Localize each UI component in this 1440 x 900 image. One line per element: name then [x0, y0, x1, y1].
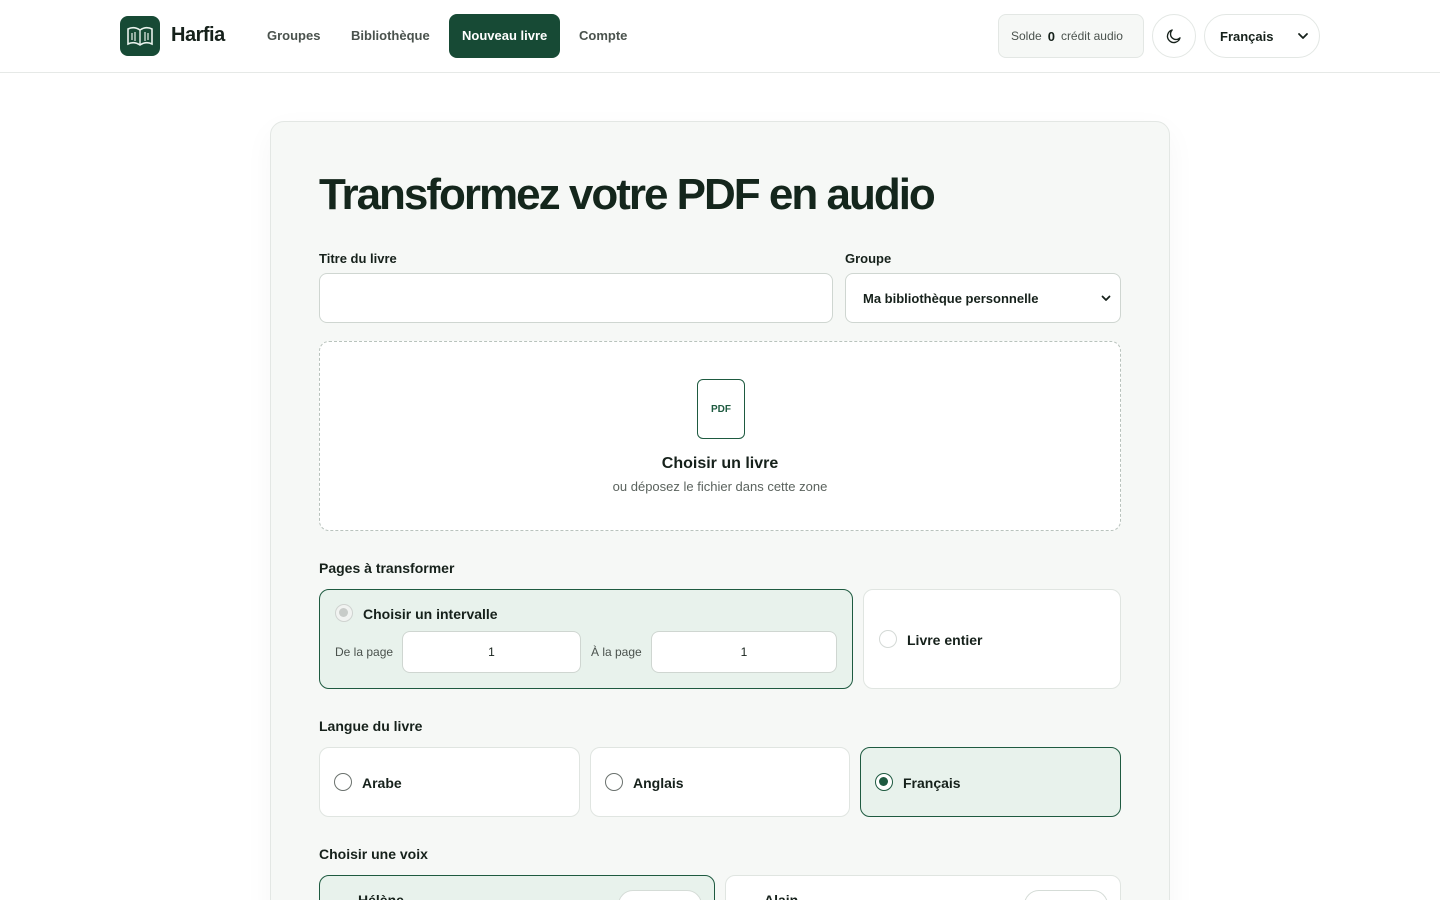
whole-book-radio[interactable]: [879, 630, 897, 648]
to-page-input[interactable]: 1: [651, 631, 837, 673]
from-page-label: De la page: [335, 645, 394, 659]
from-page-input[interactable]: 1: [402, 631, 581, 673]
pdf-file-icon: PDF: [697, 379, 745, 439]
dropzone-title[interactable]: Choisir un livre: [320, 455, 1120, 473]
chevron-down-icon: [1298, 33, 1308, 39]
whole-book-option[interactable]: Livre entier: [863, 589, 1121, 689]
balance-prefix: Solde: [1011, 29, 1042, 43]
to-page-label: À la page: [591, 645, 642, 659]
nav-compte[interactable]: Compte: [566, 14, 640, 58]
voice-name-alain: Alain: [764, 892, 799, 900]
moon-icon: [1166, 29, 1181, 44]
book-logo-icon[interactable]: [120, 16, 160, 56]
anglais-radio[interactable]: [605, 773, 623, 791]
range-option-label: Choisir un intervalle: [363, 606, 498, 622]
book-title-input[interactable]: [319, 273, 833, 323]
voice-name-helene: Hélène: [358, 892, 404, 900]
whole-book-label: Livre entier: [907, 632, 983, 648]
arabe-label: Arabe: [362, 775, 402, 791]
language-option-arabe[interactable]: Arabe: [319, 747, 580, 817]
group-select-value: Ma bibliothèque personnelle: [863, 290, 1039, 306]
voice-label: Choisir une voix: [319, 846, 428, 862]
nav-groupes[interactable]: Groupes: [254, 14, 333, 58]
theme-toggle-button[interactable]: [1152, 14, 1196, 58]
book-language-label: Langue du livre: [319, 718, 423, 734]
group-select[interactable]: Ma bibliothèque personnelle: [845, 273, 1121, 323]
group-label: Groupe: [845, 251, 892, 266]
dropzone-subtitle: ou déposez le fichier dans cette zone: [612, 479, 828, 494]
language-option-francais[interactable]: Français: [860, 747, 1121, 817]
page-title: Transformez votre PDF en audio: [319, 170, 936, 219]
voice-play-button[interactable]: [618, 890, 702, 900]
nav-nouveau-livre[interactable]: Nouveau livre: [449, 14, 561, 58]
language-select[interactable]: Français: [1204, 14, 1320, 58]
balance-value: 0: [1047, 28, 1055, 44]
francais-radio[interactable]: [875, 773, 893, 791]
chevron-down-icon: [1101, 295, 1111, 301]
range-option[interactable]: Choisir un intervalle De la page 1 À la …: [319, 589, 853, 689]
language-option-anglais[interactable]: Anglais: [590, 747, 850, 817]
book-title-label: Titre du livre: [319, 251, 397, 266]
balance-suffix: crédit audio: [1060, 29, 1123, 43]
arabe-radio[interactable]: [334, 773, 352, 791]
top-header: Harfia Groupes Bibliothèque Nouveau livr…: [0, 0, 1440, 73]
francais-label: Français: [903, 775, 961, 791]
nav-bibliotheque[interactable]: Bibliothèque: [338, 14, 443, 58]
pdf-dropzone[interactable]: PDF Choisir un livre ou déposez le fichi…: [319, 341, 1121, 531]
voice-play-button[interactable]: [1024, 890, 1108, 900]
range-radio[interactable]: [335, 604, 353, 622]
voice-option-alain[interactable]: Alain: [725, 875, 1121, 900]
language-select-value: Français: [1220, 28, 1274, 44]
voice-option-helene[interactable]: Hélène: [319, 875, 715, 900]
balance-badge: Solde 0 crédit audio: [998, 14, 1144, 58]
anglais-label: Anglais: [633, 775, 684, 791]
pages-label: Pages à transformer: [319, 560, 455, 576]
brand-name[interactable]: Harfia: [171, 24, 225, 47]
